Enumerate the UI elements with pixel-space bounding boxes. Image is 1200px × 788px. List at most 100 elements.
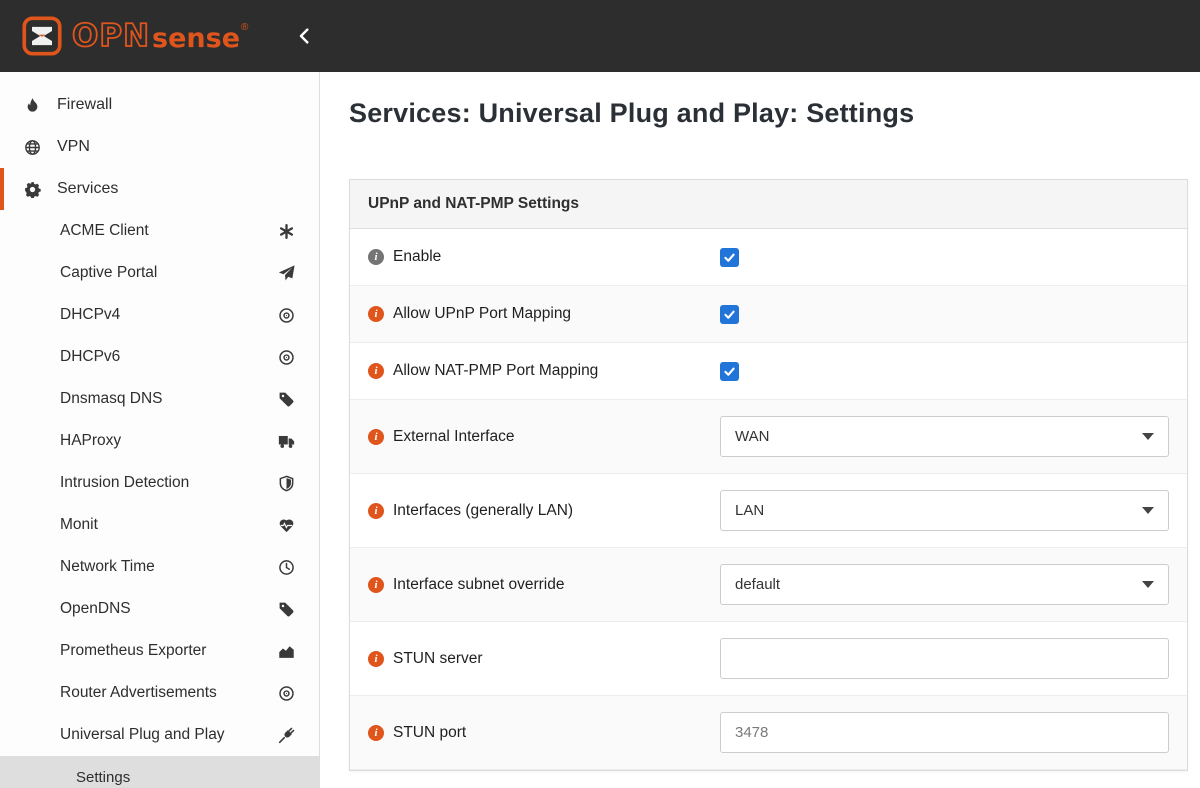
sidebar-item-monit[interactable]: Monit [0, 504, 319, 546]
info-icon[interactable]: i [368, 249, 384, 265]
chevron-down-icon [1142, 581, 1154, 588]
sidebar-item-label: Network Time [60, 558, 278, 576]
tags-icon [278, 391, 295, 408]
info-icon[interactable]: i [368, 651, 384, 667]
sidebar-item-label: DHCPv6 [60, 348, 278, 366]
sidebar-item-label: Universal Plug and Play [60, 726, 278, 744]
heartbeat-icon [278, 517, 295, 534]
sidebar-item-label: HAProxy [60, 432, 278, 450]
field-control-cell: LAN [720, 474, 1187, 547]
chevron-down-icon [1142, 433, 1154, 440]
info-icon[interactable]: i [368, 429, 384, 445]
enable-checkbox[interactable] [720, 248, 739, 267]
sidebar-item-settings[interactable]: Settings [0, 756, 319, 788]
sidebar-item-prometheus-exporter[interactable]: Prometheus Exporter [0, 630, 319, 672]
row-allow-nat-pmp-port-mapping: iAllow NAT-PMP Port Mapping [350, 343, 1187, 400]
paper-plane-icon [278, 265, 295, 282]
sidebar-item-label: Firewall [57, 96, 112, 114]
sidebar-item-label: DHCPv4 [60, 306, 278, 324]
fire-icon [24, 97, 41, 114]
sidebar-item-haproxy[interactable]: HAProxy [0, 420, 319, 462]
panel-header: UPnP and NAT-PMP Settings [350, 180, 1187, 229]
sidebar: Firewall VPN Services ACME Client Captive Po… [0, 72, 320, 788]
row-interface-subnet-override: i Interface subnet override default [350, 548, 1187, 622]
info-icon[interactable]: i [368, 363, 384, 379]
field-label-cell: iAllow UPnP Port Mapping [350, 289, 720, 339]
bullseye-icon [278, 685, 295, 702]
field-label: STUN port [393, 724, 466, 742]
sidebar-menu: Firewall VPN Services ACME Client Captive Po… [0, 84, 319, 788]
sidebar-item-opendns[interactable]: OpenDNS [0, 588, 319, 630]
truck-icon [278, 433, 295, 450]
field-label-cell: i External Interface [350, 412, 720, 462]
sidebar-item-label: Captive Portal [60, 264, 278, 282]
info-icon[interactable]: i [368, 577, 384, 593]
interface-subnet-override-select[interactable]: default [720, 564, 1169, 605]
external-interface-select[interactable]: WAN [720, 416, 1169, 457]
sidebar-item-services[interactable]: Services [0, 168, 319, 210]
sidebar-item-dhcpv6[interactable]: DHCPv6 [0, 336, 319, 378]
field-label-cell: i STUN port [350, 708, 720, 758]
sidebar-item-router-advertisements[interactable]: Router Advertisements [0, 672, 319, 714]
select-value: WAN [735, 428, 1142, 445]
stun-server-input[interactable] [720, 638, 1169, 679]
field-control-cell: WAN [720, 400, 1187, 473]
sidebar-item-label: Prometheus Exporter [60, 642, 278, 660]
bullseye-icon [278, 307, 295, 324]
sidebar-item-label: Intrusion Detection [60, 474, 278, 492]
gear-icon [24, 181, 41, 198]
sidebar-item-label: Router Advertisements [60, 684, 278, 702]
select-value: LAN [735, 502, 1142, 519]
sidebar-item-label: Dnsmasq DNS [60, 390, 278, 408]
sidebar-item-dnsmasq-dns[interactable]: Dnsmasq DNS [0, 378, 319, 420]
globe-icon [24, 139, 41, 156]
asterisk-icon [278, 223, 295, 240]
stun-port-input[interactable] [720, 712, 1169, 753]
brand-registered: ® [241, 23, 248, 33]
info-icon[interactable]: i [368, 503, 384, 519]
shield-icon [278, 475, 295, 492]
plug-icon [278, 727, 295, 744]
sidebar-collapse-button[interactable] [296, 28, 312, 44]
sidebar-item-captive-portal[interactable]: Captive Portal [0, 252, 319, 294]
row-enable: iEnable [350, 229, 1187, 286]
select-value: default [735, 576, 1142, 593]
sidebar-item-label: OpenDNS [60, 600, 278, 618]
sidebar-item-label: VPN [57, 138, 90, 156]
sidebar-item-dhcpv4[interactable]: DHCPv4 [0, 294, 319, 336]
field-control-cell [720, 232, 1187, 283]
interfaces-generally-lan-select[interactable]: LAN [720, 490, 1169, 531]
brand-opn: OPN [72, 21, 150, 52]
field-control-cell [720, 289, 1187, 340]
info-icon[interactable]: i [368, 306, 384, 322]
field-label-cell: iAllow NAT-PMP Port Mapping [350, 346, 720, 396]
chevron-down-icon [1142, 507, 1154, 514]
sidebar-item-network-time[interactable]: Network Time [0, 546, 319, 588]
info-icon[interactable]: i [368, 725, 384, 741]
bullseye-icon [278, 349, 295, 366]
sidebar-item-intrusion-detection[interactable]: Intrusion Detection [0, 462, 319, 504]
sidebar-item-acme-client[interactable]: ACME Client [0, 210, 319, 252]
allow-upnp-port-mapping-checkbox[interactable] [720, 305, 739, 324]
sidebar-item-label: Services [57, 180, 118, 198]
field-label: External Interface [393, 428, 514, 446]
main-content: Services: Universal Plug and Play: Setti… [321, 72, 1200, 788]
sidebar-item-universal-plug-and-play[interactable]: Universal Plug and Play [0, 714, 319, 756]
field-control-cell: default [720, 548, 1187, 621]
field-label-cell: i Interfaces (generally LAN) [350, 486, 720, 536]
sidebar-item-label: Settings [76, 769, 130, 786]
field-control-cell [720, 622, 1187, 695]
allow-nat-pmp-port-mapping-checkbox[interactable] [720, 362, 739, 381]
row-allow-upnp-port-mapping: iAllow UPnP Port Mapping [350, 286, 1187, 343]
field-control-cell [720, 696, 1187, 769]
opnsense-logo-icon [22, 16, 62, 56]
field-label: Interfaces (generally LAN) [393, 502, 573, 520]
sidebar-item-vpn[interactable]: VPN [0, 126, 319, 168]
row-stun-port: i STUN port [350, 696, 1187, 770]
page-title: Services: Universal Plug and Play: Setti… [349, 98, 1188, 129]
sidebar-item-firewall[interactable]: Firewall [0, 84, 319, 126]
field-label-cell: iSTUN server [350, 634, 720, 684]
field-label: Interface subnet override [393, 576, 564, 594]
brand: OPNsense® [72, 21, 248, 52]
chart-icon [278, 643, 295, 660]
